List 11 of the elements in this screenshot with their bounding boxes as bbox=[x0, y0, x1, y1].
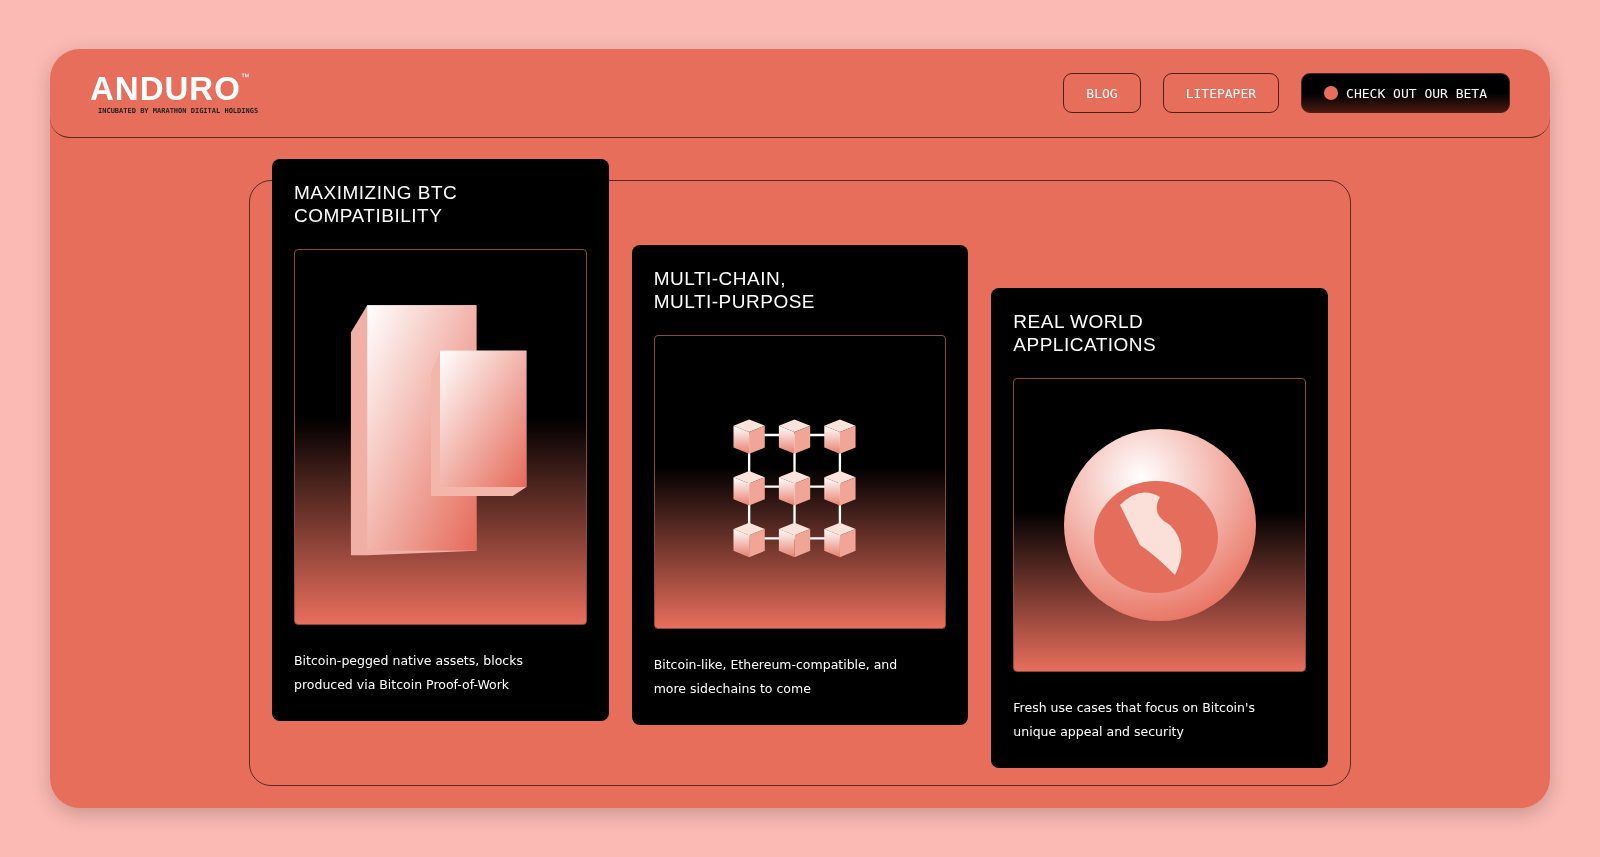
card-title: MAXIMIZING BTC COMPATIBILITY bbox=[294, 181, 459, 227]
logo-wordmark[interactable]: ANDURO bbox=[90, 71, 241, 105]
card-title: MULTI-CHAIN, MULTI-PURPOSE bbox=[653, 267, 816, 313]
card-description: Bitcoin-pegged native assets, blocks produced via Bitcoin Proof-of-Work bbox=[294, 652, 524, 694]
card-description: Fresh use cases that focus on Bitcoin's unique appeal and security bbox=[1013, 699, 1256, 741]
card-description: Bitcoin-like, Ethereum-compatible, and more sidechains to come bbox=[653, 656, 899, 698]
trademark-mark: ™ bbox=[240, 71, 250, 82]
nav-button[interactable]: LITEPAPER bbox=[1162, 73, 1280, 113]
beta-button[interactable]: CHECK OUT OUR BETA bbox=[1301, 73, 1510, 113]
nav-button[interactable]: BLOG bbox=[1063, 73, 1141, 113]
card-title: REAL WORLD APPLICATIONS bbox=[1013, 310, 1158, 356]
